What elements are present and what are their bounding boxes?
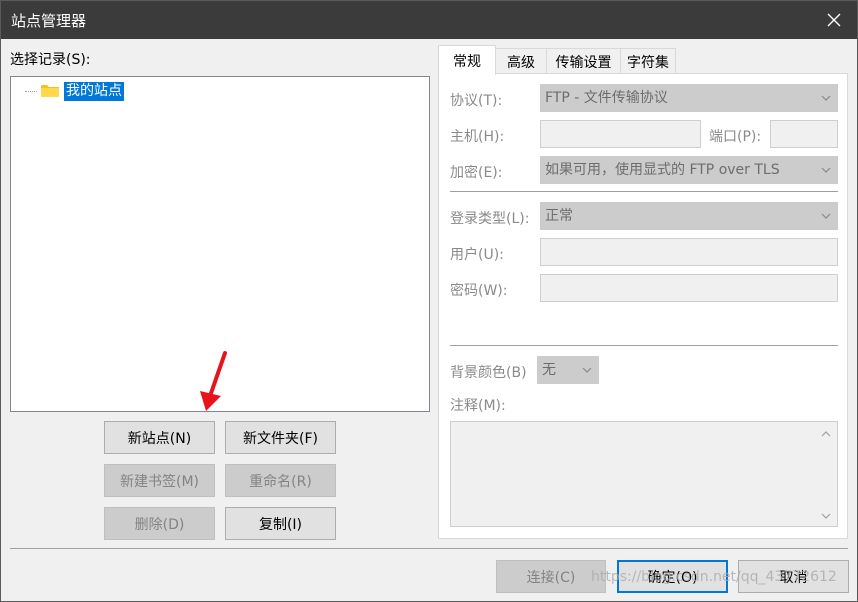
- protocol-select-value: FTP - 文件传输协议: [545, 90, 668, 106]
- encryption-label: 加密(E):: [450, 165, 503, 181]
- port-input[interactable]: [770, 120, 838, 148]
- tab-transfer-settings[interactable]: 传输设置: [546, 48, 621, 74]
- chevron-down-icon: [582, 367, 592, 373]
- connect-button[interactable]: 连接(C): [496, 560, 606, 593]
- chevron-up-icon[interactable]: [821, 430, 831, 438]
- protocol-select[interactable]: FTP - 文件传输协议: [540, 84, 838, 112]
- logon-type-select-value: 正常: [545, 208, 573, 224]
- separator: [450, 345, 838, 346]
- delete-button[interactable]: 删除(D): [104, 507, 215, 540]
- ok-button[interactable]: 确定(O): [617, 560, 728, 593]
- encryption-select[interactable]: 如果可用，使用显式的 FTP over TLS: [540, 156, 838, 184]
- new-bookmark-button[interactable]: 新建书签(M): [104, 464, 215, 497]
- logon-type-label: 登录类型(L):: [450, 211, 530, 227]
- chevron-down-icon: [821, 95, 831, 101]
- user-input[interactable]: [540, 238, 838, 266]
- tab-charset[interactable]: 字符集: [620, 48, 676, 74]
- chevron-down-icon[interactable]: [821, 512, 831, 520]
- site-manager-window: 站点管理器 选择记录(S): 我的站点 新站点(N) 新文件夹(F) 新建书签(…: [0, 0, 858, 602]
- new-site-button[interactable]: 新站点(N): [104, 421, 215, 454]
- tree-item-label: 我的站点: [64, 81, 124, 101]
- chevron-down-icon: [821, 213, 831, 219]
- encryption-select-value: 如果可用，使用显式的 FTP over TLS: [545, 162, 780, 178]
- bg-color-select[interactable]: 无: [537, 356, 599, 384]
- annotation-arrow-icon: [200, 351, 227, 411]
- user-label: 用户(U):: [450, 247, 504, 263]
- bg-color-label: 背景颜色(B): [450, 365, 527, 381]
- cancel-button[interactable]: 取消: [738, 560, 849, 593]
- select-entry-label: 选择记录(S):: [10, 52, 91, 68]
- folder-icon: [41, 85, 59, 97]
- close-button[interactable]: [811, 1, 857, 39]
- close-icon: [827, 13, 841, 27]
- host-label: 主机(H):: [450, 129, 505, 145]
- rename-button[interactable]: 重命名(R): [225, 464, 336, 497]
- bg-color-select-value: 无: [542, 362, 556, 378]
- duplicate-button[interactable]: 复制(I): [225, 507, 336, 540]
- tree-item-my-sites[interactable]: 我的站点: [25, 81, 124, 101]
- comments-label: 注释(M):: [450, 398, 506, 414]
- password-label: 密码(W):: [450, 283, 508, 299]
- comments-textarea[interactable]: [450, 421, 838, 527]
- window-title: 站点管理器: [11, 12, 87, 30]
- tab-advanced[interactable]: 高级: [495, 48, 547, 74]
- host-input[interactable]: [540, 120, 701, 148]
- separator: [450, 191, 838, 192]
- port-label: 端口(P):: [709, 129, 762, 145]
- title-bar: 站点管理器: [1, 1, 857, 39]
- tab-general[interactable]: 常规: [438, 45, 496, 75]
- password-input[interactable]: [540, 274, 838, 302]
- logon-type-select[interactable]: 正常: [540, 202, 838, 230]
- tree-connector: [25, 90, 37, 92]
- new-folder-button[interactable]: 新文件夹(F): [225, 421, 336, 454]
- chevron-down-icon: [821, 167, 831, 173]
- bottom-separator: [10, 548, 848, 549]
- protocol-label: 协议(T):: [450, 93, 503, 109]
